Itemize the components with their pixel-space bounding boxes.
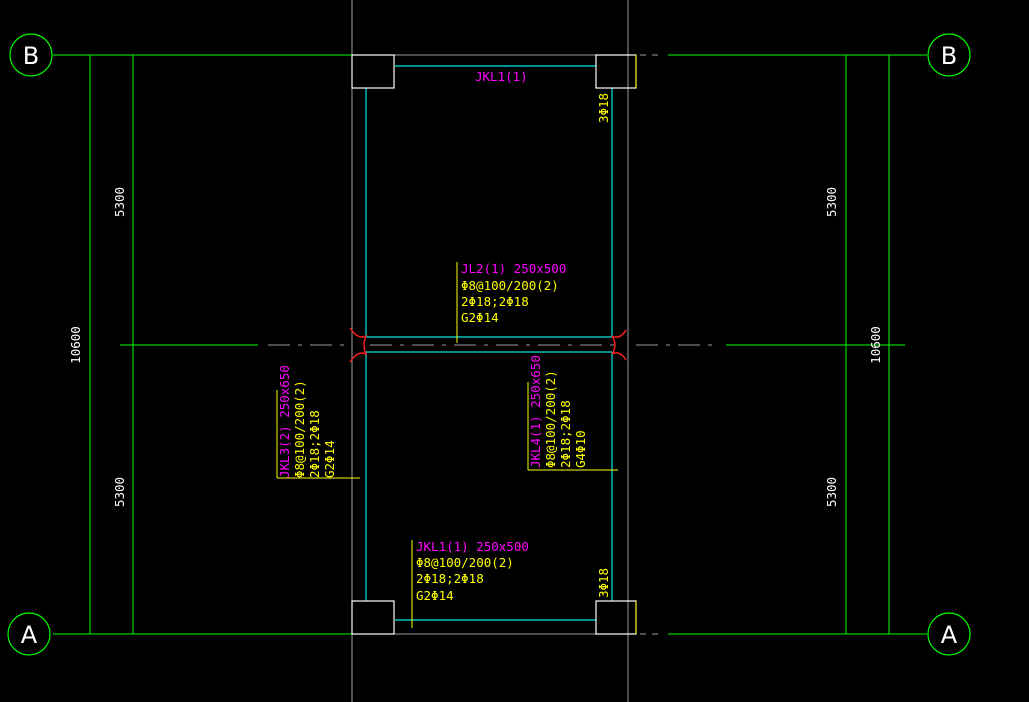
rebar-label-top-right: 3Φ18 [596,93,611,123]
jkl3-line3: G2Φ14 [322,440,337,478]
beam-outlines [365,65,613,621]
jkl4-line1: Φ8@100/200(2) [543,370,558,468]
dim-right-total: 10600 [868,326,883,364]
jkl4-line3: G4Φ10 [573,430,588,468]
dim-left-top: 5300 [112,187,127,217]
dim-right-top: 5300 [824,187,839,217]
annotation-jkl4: JKL4(1) 250x650 Φ8@100/200(2) 2Φ18;2Φ18 … [527,355,618,471]
vertical-grid-lines [351,0,629,702]
cad-drawing-canvas[interactable]: 10600 5300 5300 5300 5300 10600 B B A A [0,0,1029,702]
jl2-line3: G2Φ14 [461,310,499,325]
jkl3-name: JKL3(2) 250x650 [277,365,292,478]
axis-bubble-b-right: B [927,33,971,77]
jkl1-bottom-line3: G2Φ14 [416,588,454,603]
svg-text:A: A [21,621,38,649]
svg-text:B: B [941,42,957,70]
left-dimension-lines [85,54,138,635]
jkl3-line2: 2Φ18;2Φ18 [307,410,322,478]
jkl3-line1: Φ8@100/200(2) [292,380,307,478]
jkl1-bottom-name: JKL1(1) 250x500 [416,539,529,554]
dim-left-total: 10600 [68,326,83,364]
jkl1-bottom-line1: Φ8@100/200(2) [416,555,514,570]
label-jkl1-top: JKL1(1) [475,69,528,84]
annotation-jkl1-bottom: JKL1(1) 250x500 Φ8@100/200(2) 2Φ18;2Φ18 … [411,539,529,628]
column-bottom-right [595,600,637,635]
column-top-right [595,54,637,89]
jkl1-bottom-line2: 2Φ18;2Φ18 [416,571,484,586]
axis-bubble-b-left: B [9,33,53,77]
jl2-line2: 2Φ18;2Φ18 [461,294,529,309]
rebar-label-bottom-right: 3Φ18 [596,568,611,598]
dim-left-bottom: 5300 [112,477,127,507]
axis-bubble-a-left: A [7,612,51,656]
annotation-jkl3: JKL3(2) 250x650 Φ8@100/200(2) 2Φ18;2Φ18 … [276,365,360,479]
column-top-left [351,54,395,89]
jkl4-line2: 2Φ18;2Φ18 [558,400,573,468]
svg-text:B: B [23,42,39,70]
jl2-name: JL2(1) 250x500 [461,261,566,276]
axis-bubble-a-right: A [927,612,971,656]
svg-text:A: A [941,621,958,649]
jl2-line1: Φ8@100/200(2) [461,278,559,293]
jkl4-name: JKL4(1) 250x650 [528,355,543,468]
column-bottom-left [351,600,395,635]
annotation-jl2: JL2(1) 250x500 Φ8@100/200(2) 2Φ18;2Φ18 G… [456,261,566,343]
dim-right-bottom: 5300 [824,477,839,507]
